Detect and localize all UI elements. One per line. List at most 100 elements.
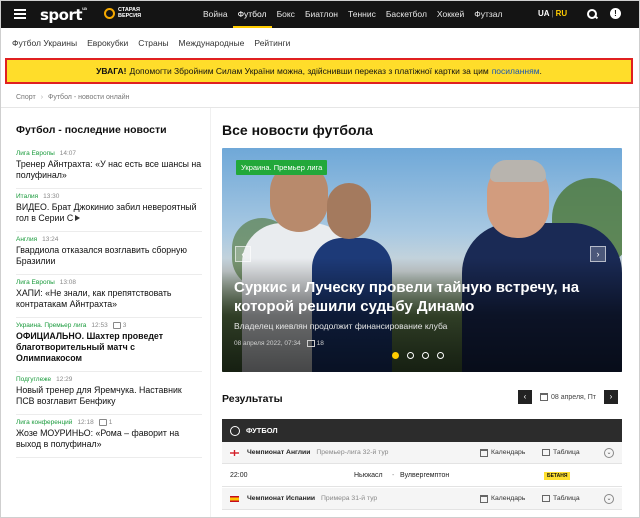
league-table-link[interactable]: Таблица [542, 495, 580, 502]
slider-next-button[interactable]: › [590, 246, 606, 262]
news-title[interactable]: ВИДЕО. Брат Джокинио забил невероятный г… [16, 202, 197, 223]
england-flag-icon [230, 449, 239, 456]
nav-item-hockey[interactable]: Хоккей [432, 0, 469, 28]
league-row-spain[interactable]: Чемпионат Испании Примера 31-й тур Кален… [222, 488, 622, 510]
subnav-ukraine[interactable]: Футбол Украины [7, 38, 82, 48]
league-row-england[interactable]: Чемпионат Англии Премьер-лига 32-й тур К… [222, 442, 622, 464]
news-time: 12:53 [91, 322, 108, 329]
chevron-down-icon[interactable]: ⌄ [604, 494, 614, 504]
slider-dot[interactable] [422, 352, 429, 359]
league-calendar-link[interactable]: Календарь [480, 448, 525, 457]
breadcrumb-sport[interactable]: Спорт [16, 94, 36, 101]
match-away-team: Вулвергемптон [400, 472, 450, 479]
old-version-label: СТАРАЯ ВЕРСИЯ [118, 7, 142, 19]
list-item[interactable]: Италия 13:30 ВИДЕО. Брат Джокинио забил н… [16, 189, 202, 232]
hero-slider[interactable]: Украина. Премьер лига ‹ › Суркис и Лучес… [222, 148, 622, 372]
latest-news-title: Футбол - последние новости [16, 124, 167, 136]
calendar-icon [480, 494, 488, 503]
nav-item-boxing[interactable]: Бокс [272, 0, 300, 28]
list-item[interactable]: Украина. Премьер лига 12:53 3 ОФИЦИАЛЬНО. … [16, 318, 202, 372]
chevron-down-icon[interactable]: ⌄ [604, 448, 614, 458]
list-item[interactable]: Лига Европы 13:08 ХАПИ: «Не знали, как пр… [16, 275, 202, 318]
nav-item-futsal[interactable]: Футзал [469, 0, 507, 28]
comments-count: 3 [113, 322, 127, 329]
results-prev-day-button[interactable]: ‹ [518, 390, 532, 404]
alert-lead: УВАГА! [96, 66, 127, 76]
slider-dot[interactable] [437, 352, 444, 359]
news-time: 12:29 [56, 376, 73, 383]
nav-item-biathlon[interactable]: Биатлон [300, 0, 343, 28]
subnav-ratings[interactable]: Рейтинги [249, 38, 295, 48]
news-category[interactable]: Лига конференций [16, 419, 72, 426]
list-item[interactable]: Подгуглеже 12:29 Новый тренер для Яремчук… [16, 372, 202, 415]
calendar-label: Календарь [491, 495, 526, 502]
news-time: 13:24 [42, 236, 59, 243]
page-title: Все новости футбола [222, 122, 373, 138]
slider-prev-button[interactable]: ‹ [235, 246, 251, 262]
news-title[interactable]: Жозе МОУРИНЬО: «Рома – фаворит на выход … [16, 428, 202, 450]
results-date-picker[interactable]: 08 апреля, Пт [537, 393, 599, 401]
old-version-link[interactable]: СТАРАЯ ВЕРСИЯ [104, 7, 146, 19]
slider-dot[interactable] [392, 352, 399, 359]
news-time: 13:30 [43, 193, 60, 200]
news-time: 12:18 [77, 419, 94, 426]
news-time: 13:08 [59, 279, 77, 286]
match-score: - [392, 472, 395, 479]
top-header: sportua СТАРАЯ ВЕРСИЯ Война Футбол Бокс … [0, 0, 640, 28]
news-title[interactable]: Гвардиола отказался возглавить сборную Б… [16, 245, 202, 267]
league-name[interactable]: Чемпионат Англии [247, 449, 310, 456]
menu-icon[interactable] [14, 9, 26, 19]
language-switch: UA | RU [538, 9, 567, 18]
lang-ru[interactable]: RU [556, 9, 568, 18]
news-title[interactable]: ОФИЦИАЛЬНО. Шахтер проведет благотворите… [16, 331, 202, 364]
site-logo[interactable]: sportua [40, 6, 87, 24]
slider-dot[interactable] [407, 352, 414, 359]
news-category[interactable]: Англия [16, 236, 37, 243]
results-next-day-button[interactable]: › [603, 390, 618, 404]
list-item[interactable]: Лига Европы 14:07 Тренер Айнтрахта: «У на… [16, 146, 202, 189]
nav-item-tennis[interactable]: Теннис [343, 0, 381, 28]
news-title[interactable]: ХАПИ: «Не знали, как препятствовать конт… [16, 288, 202, 310]
league-calendar-link[interactable]: Календарь [480, 494, 526, 503]
news-title[interactable]: Тренер Айнтрахта: «У нас есть все шансы … [16, 159, 202, 181]
results-title: Результаты [222, 393, 283, 405]
news-category[interactable]: Лига Европы [16, 150, 55, 157]
list-item[interactable]: Англия 13:24 Гвардиола отказался возглави… [16, 232, 202, 275]
news-category[interactable]: Лига Европы [16, 279, 55, 286]
match-row[interactable]: 22:00 Ньюкасл - Вулвергемптон БЕТАНЯ [222, 465, 622, 487]
news-category[interactable]: Украина. Премьер лига [16, 322, 86, 329]
alert-link[interactable]: посиланням [489, 66, 540, 76]
league-round: Примера 31-й тур [321, 495, 378, 502]
search-icon[interactable] [586, 8, 598, 20]
subnav-countries[interactable]: Страны [133, 38, 173, 48]
news-title[interactable]: Новый тренер для Яремчука. Наставник ПСВ… [16, 385, 202, 407]
video-icon [75, 215, 81, 221]
table-icon [542, 495, 550, 502]
table-label: Таблица [553, 449, 580, 456]
news-category[interactable]: Подгуглеже [16, 376, 51, 383]
breadcrumb-football[interactable]: Футбол - новости онлайн [48, 94, 129, 101]
subnav-eurocups[interactable]: Еврокубки [82, 38, 133, 48]
info-icon[interactable]: ! [610, 8, 621, 19]
breadcrumb-chevron-icon: › [40, 94, 44, 101]
news-title-wrap[interactable]: ВИДЕО. Брат Джокинио забил невероятный г… [16, 202, 202, 224]
spain-flag-icon [230, 495, 239, 502]
lang-ua[interactable]: UA [538, 9, 550, 18]
list-item[interactable]: Лига конференций 12:18 1 Жозе МОУРИНЬО: «Р… [16, 415, 202, 458]
betting-badge[interactable]: БЕТАНЯ [544, 472, 571, 480]
donation-alert: УВАГА! Допомогти Збройним Силам України … [5, 58, 633, 84]
league-name[interactable]: Чемпионат Испании [247, 495, 315, 502]
news-category[interactable]: Италия [16, 193, 38, 200]
hero-headline[interactable]: Суркис и Луческу провели тайную встречу,… [234, 278, 604, 316]
hero-category-badge[interactable]: Украина. Премьер лига [236, 160, 328, 175]
nav-item-war[interactable]: Война [198, 0, 233, 28]
nav-item-football[interactable]: Футбол [232, 0, 272, 28]
results-date-nav: ‹ 08 апреля, Пт › [518, 390, 618, 404]
subnav-international[interactable]: Международные [174, 38, 250, 48]
alert-text: Допомогти Збройним Силам України можна, … [129, 66, 489, 76]
nav-item-basketball[interactable]: Баскетбол [381, 0, 432, 28]
calendar-icon [480, 448, 488, 457]
comments-count: 1 [99, 419, 113, 426]
league-table-link[interactable]: Таблица [542, 449, 580, 456]
football-icon [230, 425, 240, 436]
